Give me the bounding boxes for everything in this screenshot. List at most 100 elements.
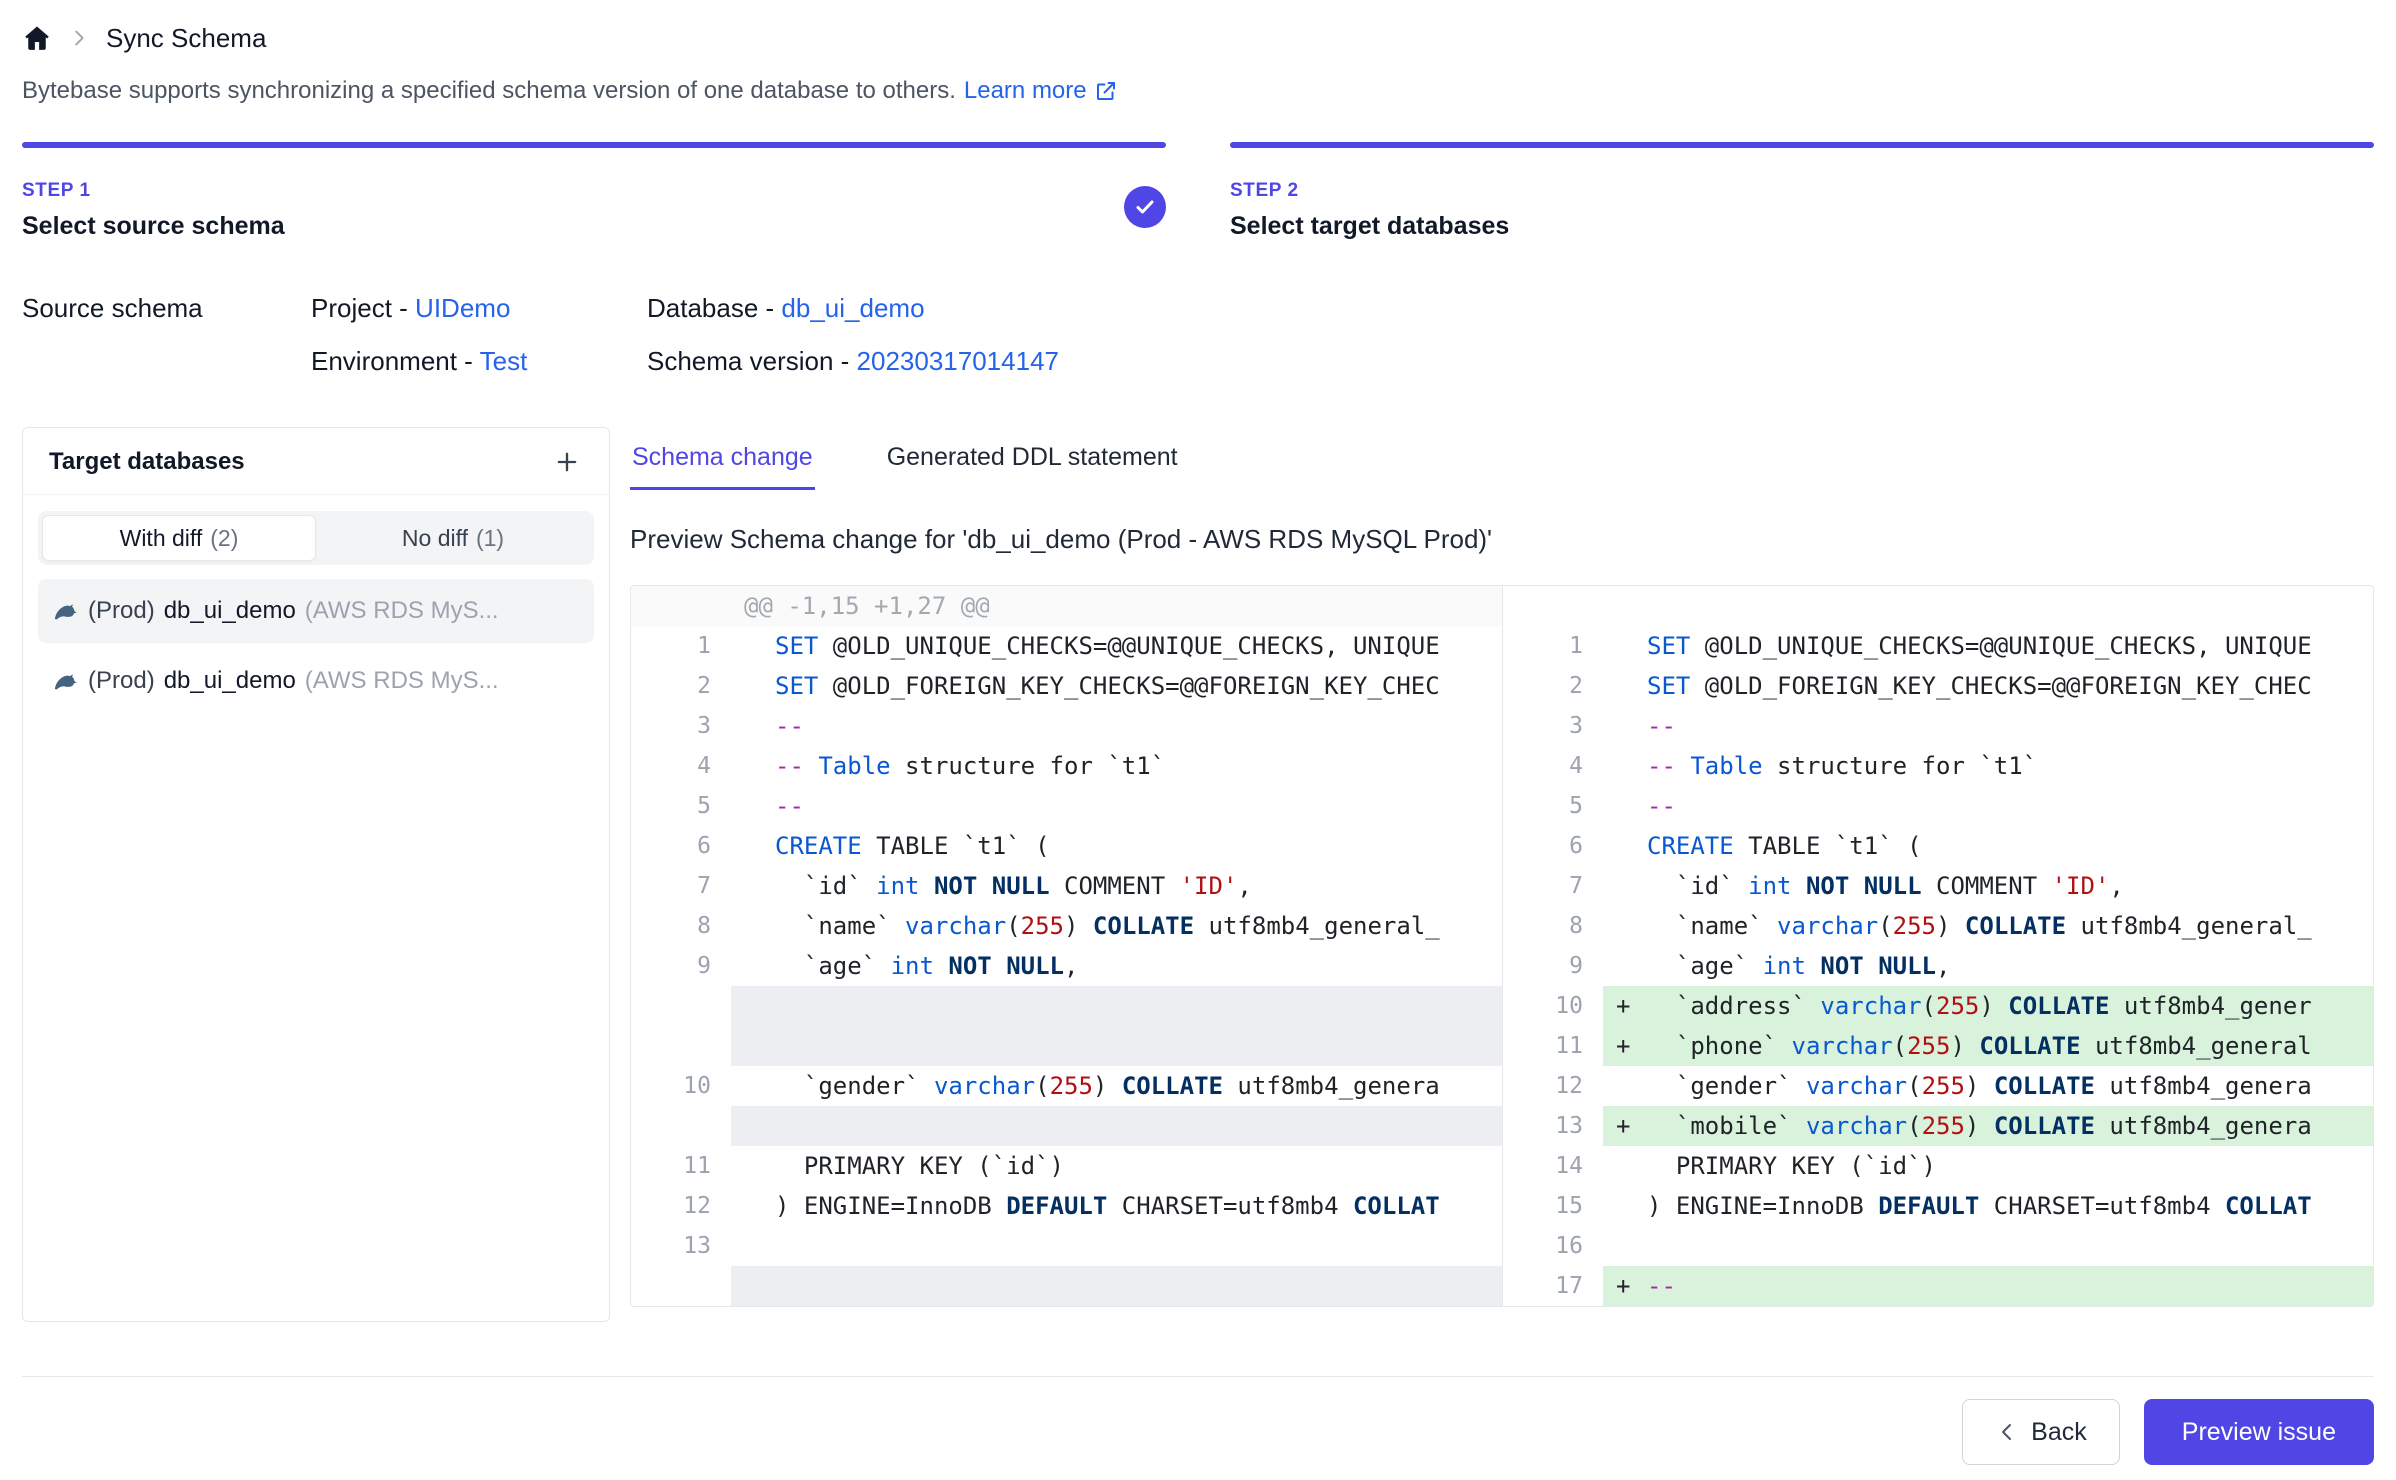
code-line: CREATE TABLE `t1` ( [731, 826, 1502, 866]
tab-no-diff[interactable]: No diff (1) [316, 515, 590, 561]
tab-generated-ddl[interactable]: Generated DDL statement [885, 437, 1180, 490]
source-project: Project - UIDemo [311, 293, 647, 324]
environment-link[interactable]: Test [480, 346, 528, 376]
tab-with-diff[interactable]: With diff (2) [42, 515, 316, 561]
diff-row: 11 PRIMARY KEY (`id`)14 PRIMARY KEY (`id… [631, 1146, 2373, 1186]
diff-add-marker [1603, 826, 1647, 866]
step-1-label: STEP 1 [22, 180, 1166, 202]
line-number: 8 [1503, 906, 1603, 946]
code-text: SET @OLD_FOREIGN_KEY_CHECKS=@@FOREIGN_KE… [1647, 666, 2312, 706]
code-line: `id` int NOT NULL COMMENT 'ID', [731, 866, 1502, 906]
back-button[interactable]: Back [1962, 1399, 2120, 1465]
code-text: -- Table structure for `t1` [1647, 746, 2037, 786]
code-line: `gender` varchar(255) COLLATE utf8mb4_ge… [731, 1066, 1502, 1106]
line-number: 11 [1503, 1026, 1603, 1066]
back-label: Back [2031, 1418, 2087, 1447]
code-text: ) ENGINE=InnoDB DEFAULT CHARSET=utf8mb4 … [1647, 1186, 2312, 1226]
diff-row: @@ -1,15 +1,27 @@ [631, 586, 2373, 626]
diff-left-cell [631, 1106, 1502, 1146]
diff-add-marker: + [1603, 1026, 1647, 1066]
code-line [731, 1106, 1502, 1146]
line-number: 8 [631, 906, 731, 946]
diff-right-cell: 12 `gender` varchar(255) COLLATE utf8mb4… [1502, 1066, 2373, 1106]
stepper: STEP 1 Select source schema STEP 2 Selec… [22, 142, 2374, 241]
diff-right-cell: 8 `name` varchar(255) COLLATE utf8mb4_ge… [1502, 906, 2373, 946]
line-number [631, 1026, 731, 1066]
diff-add-marker [1603, 706, 1647, 746]
target-database-item[interactable]: (Prod) db_ui_demo (AWS RDS MyS... [38, 579, 594, 643]
no-diff-count: (1) [476, 525, 504, 552]
line-number: 17 [1503, 1266, 1603, 1306]
database-link[interactable]: db_ui_demo [781, 293, 924, 323]
code-line [731, 1226, 1502, 1266]
schema-version-link[interactable]: 20230317014147 [857, 346, 1059, 376]
diff-right-cell: 5-- [1502, 786, 2373, 826]
line-number: 9 [1503, 946, 1603, 986]
code-text: -- [1647, 786, 1676, 826]
code-line: -- [731, 706, 1502, 746]
code-text: -- Table structure for `t1` [775, 746, 1165, 786]
diff-add-marker: + [1603, 1106, 1647, 1146]
code-line: + `address` varchar(255) COLLATE utf8mb4… [1603, 986, 2373, 1026]
diff-left-cell: 9 `age` int NOT NULL, [631, 946, 1502, 986]
code-line: `name` varchar(255) COLLATE utf8mb4_gene… [731, 906, 1502, 946]
code-line: + `mobile` varchar(255) COLLATE utf8mb4_… [1603, 1106, 2373, 1146]
diff-right-cell: 15) ENGINE=InnoDB DEFAULT CHARSET=utf8mb… [1502, 1186, 2373, 1226]
line-number: 10 [1503, 986, 1603, 1026]
diff-add-marker [731, 706, 775, 746]
code-text: -- [775, 786, 804, 826]
code-line: -- [731, 786, 1502, 826]
target-database-item[interactable]: (Prod) db_ui_demo (AWS RDS MyS... [38, 649, 594, 713]
step-1: STEP 1 Select source schema [22, 142, 1166, 241]
project-label: Project - [311, 293, 408, 323]
code-line: `age` int NOT NULL, [1603, 946, 2373, 986]
diff-right-cell: 1SET @OLD_UNIQUE_CHECKS=@@UNIQUE_CHECKS,… [1502, 626, 2373, 666]
diff-row: 1SET @OLD_UNIQUE_CHECKS=@@UNIQUE_CHECKS,… [631, 626, 2373, 666]
project-link[interactable]: UIDemo [415, 293, 510, 323]
db-instance: (AWS RDS MyS... [305, 597, 499, 625]
diff-row: 17+-- [631, 1266, 2373, 1306]
step-1-title: Select source schema [22, 212, 1166, 241]
diff-left-cell [631, 1026, 1502, 1066]
code-text: PRIMARY KEY (`id`) [1647, 1146, 1936, 1186]
diff-add-marker [1603, 626, 1647, 666]
diff-add-marker [731, 626, 775, 666]
intro-text: Bytebase supports synchronizing a specif… [22, 77, 956, 104]
diff-add-marker [731, 1066, 775, 1106]
code-line: SET @OLD_FOREIGN_KEY_CHECKS=@@FOREIGN_KE… [731, 666, 1502, 706]
diff-row: 12) ENGINE=InnoDB DEFAULT CHARSET=utf8mb… [631, 1186, 2373, 1226]
schema-diff-viewer[interactable]: @@ -1,15 +1,27 @@1SET @OLD_UNIQUE_CHECKS… [630, 585, 2374, 1307]
diff-row: 6CREATE TABLE `t1` (6CREATE TABLE `t1` ( [631, 826, 2373, 866]
tab-schema-change[interactable]: Schema change [630, 437, 815, 490]
code-line: ) ENGINE=InnoDB DEFAULT CHARSET=utf8mb4 … [731, 1186, 1502, 1226]
source-version: Schema version - 20230317014147 [647, 346, 2374, 377]
diff-right-cell: 10+ `address` varchar(255) COLLATE utf8m… [1502, 986, 2373, 1026]
diff-right-cell [1502, 586, 2373, 626]
code-text: `name` varchar(255) COLLATE utf8mb4_gene… [1647, 906, 2312, 946]
line-number: 7 [1503, 866, 1603, 906]
db-environment: (Prod) [88, 597, 155, 625]
diff-row: 11+ `phone` varchar(255) COLLATE utf8mb4… [631, 1026, 2373, 1066]
line-number: 4 [1503, 746, 1603, 786]
diff-add-marker [1603, 1226, 1647, 1266]
preview-tabs: Schema change Generated DDL statement [630, 437, 2374, 490]
diff-right-cell: 14 PRIMARY KEY (`id`) [1502, 1146, 2373, 1186]
line-number: 3 [631, 706, 731, 746]
diff-row: 2SET @OLD_FOREIGN_KEY_CHECKS=@@FOREIGN_K… [631, 666, 2373, 706]
code-line [731, 986, 1502, 1026]
diff-left-cell: 12) ENGINE=InnoDB DEFAULT CHARSET=utf8mb… [631, 1186, 1502, 1226]
schema-preview-area: Schema change Generated DDL statement Pr… [630, 427, 2374, 1322]
code-line: PRIMARY KEY (`id`) [731, 1146, 1502, 1186]
home-icon[interactable] [22, 23, 52, 53]
chevron-right-icon [68, 27, 90, 49]
code-text: `gender` varchar(255) COLLATE utf8mb4_ge… [1647, 1066, 2312, 1106]
learn-more-link[interactable]: Learn more [964, 76, 1118, 106]
code-line [731, 1266, 1502, 1306]
preview-issue-button[interactable]: Preview issue [2144, 1399, 2374, 1465]
code-line: CREATE TABLE `t1` ( [1603, 826, 2373, 866]
add-target-database-button[interactable] [551, 446, 583, 478]
code-line [1603, 586, 2373, 626]
line-number: 1 [631, 626, 731, 666]
code-line: `gender` varchar(255) COLLATE utf8mb4_ge… [1603, 1066, 2373, 1106]
line-number: 6 [1503, 826, 1603, 866]
